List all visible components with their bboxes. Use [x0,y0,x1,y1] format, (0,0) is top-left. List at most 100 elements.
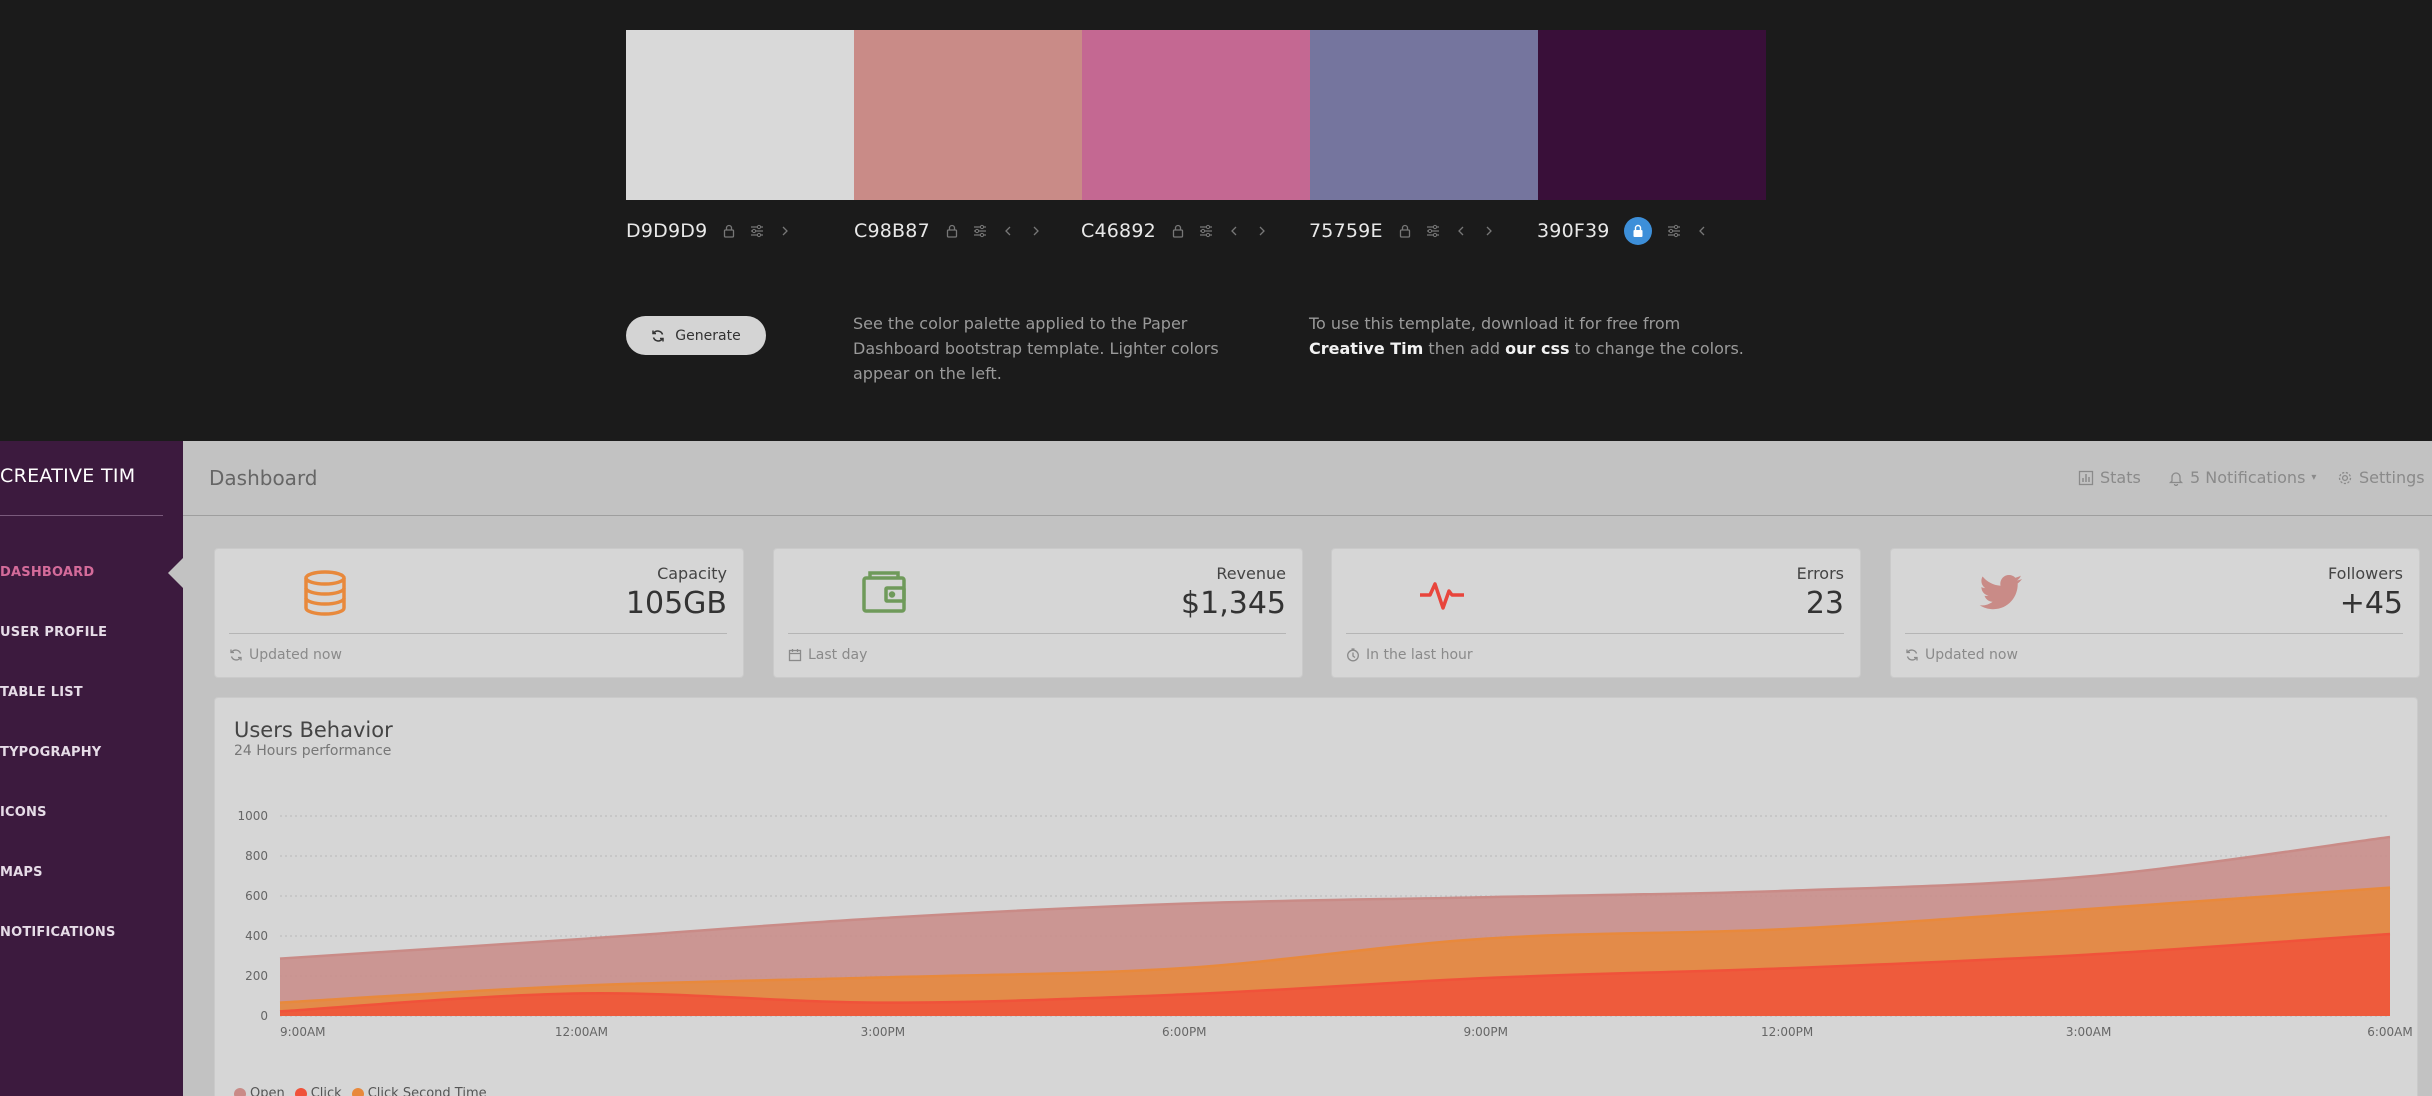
swatch-label-3: C46892 [1081,216,1282,246]
swatch-2[interactable] [854,30,1082,200]
info-right-post: to change the colors. [1569,339,1744,358]
lock-icon[interactable] [1170,223,1186,239]
x-tick-label: 6:00PM [1162,1025,1207,1039]
lock-active-icon[interactable] [1623,217,1652,245]
database-icon [304,570,346,616]
swatch-label-5: 390F39 [1537,216,1722,246]
our-css-link[interactable]: our css [1505,339,1569,358]
card-footer: Updated now [1905,647,2018,663]
legend-item: Open [234,1086,285,1096]
sidebar-item-icons[interactable]: ICONS [0,805,47,820]
topbar: Dashboard Stats 5 Notifications ▾ Settin… [183,441,2432,516]
swatch-1[interactable] [626,30,854,200]
swatch-hex: D9D9D9 [626,220,708,242]
y-tick-label: 200 [245,969,268,983]
sidebar-item-maps[interactable]: MAPS [0,865,43,880]
legend-dot [234,1087,246,1096]
lock-icon[interactable] [721,223,737,239]
active-nav-arrow [168,558,183,588]
card-footer: Last day [788,647,867,663]
sidebar: CREATIVE TIM DASHBOARD USER PROFILE TABL… [0,441,183,1096]
adjust-icon[interactable] [749,223,765,239]
card-divider [788,633,1286,634]
generate-label: Generate [675,327,741,344]
sidebar-item-table-list[interactable]: TABLE LIST [0,685,83,700]
adjust-icon[interactable] [972,223,988,239]
stats-link[interactable]: Stats [2078,468,2141,487]
settings-link[interactable]: Settings [2337,468,2425,487]
card-label: Followers [2328,564,2403,583]
swatch-label-1: D9D9D9 [626,216,805,246]
legend-item: Click [294,1086,342,1096]
pulse-icon [1420,582,1464,610]
x-tick-label: 3:00AM [2066,1025,2112,1039]
refresh-icon [1906,649,1918,661]
card-value: 105GB [625,586,727,621]
chevron-left-icon[interactable] [1226,223,1242,239]
bell-icon [2168,471,2184,486]
caret-down-icon: ▾ [2311,472,2317,483]
chevron-right-icon[interactable] [1254,223,1270,239]
creative-tim-link[interactable]: Creative Tim [1309,339,1423,358]
sidebar-item-typography[interactable]: TYPOGRAPHY [0,745,101,760]
card-footer-text: In the last hour [1366,647,1473,663]
page-title: Dashboard [209,466,318,490]
swatch-3[interactable] [1082,30,1310,200]
legend-label: Click Second Time [367,1086,487,1096]
chevron-left-icon[interactable] [1694,223,1710,239]
brand-divider [0,515,163,516]
chevron-left-icon[interactable] [1000,223,1016,239]
x-tick-label: 9:00PM [1463,1025,1508,1039]
adjust-icon[interactable] [1198,223,1214,239]
x-tick-label: 6:00AM [2367,1025,2413,1039]
chevron-right-icon[interactable] [1481,223,1497,239]
clock-icon [1347,648,1359,662]
card-value: 23 [1805,586,1844,621]
card-label: Capacity [657,564,727,583]
info-right-mid: then add [1423,339,1506,358]
card-footer-text: Updated now [1925,647,2018,663]
dashboard-preview: CREATIVE TIM DASHBOARD USER PROFILE TABL… [0,441,2432,1096]
chevron-right-icon[interactable] [1028,223,1044,239]
refresh-icon [652,329,665,342]
swatch-label-4: 75759E [1309,216,1509,246]
calendar-icon [788,649,802,662]
info-right-pre: To use this template, download it for fr… [1309,314,1681,333]
adjust-icon[interactable] [1425,223,1441,239]
x-tick-label: 3:00PM [861,1025,906,1039]
y-tick-label: 400 [245,929,268,943]
sidebar-item-dashboard[interactable]: DASHBOARD [0,565,94,580]
x-tick-label: 12:00PM [1761,1025,1813,1039]
gear-icon [2338,471,2352,484]
generate-button[interactable]: Generate [626,316,766,355]
card-value: +45 [2339,586,2403,621]
info-right-text: To use this template, download it for fr… [1309,311,1749,361]
y-tick-label: 600 [245,889,268,903]
card-divider [229,633,727,634]
adjust-icon[interactable] [1666,223,1682,239]
swatch-4[interactable] [1310,30,1538,200]
lock-icon[interactable] [944,223,960,239]
swatch-hex: 75759E [1309,220,1383,242]
x-tick-label: 12:00AM [555,1025,608,1039]
legend-label: Click [310,1086,342,1096]
sidebar-item-user-profile[interactable]: USER PROFILE [0,625,107,640]
swatch-5[interactable] [1538,30,1766,200]
chevron-left-icon[interactable] [1453,223,1469,239]
y-tick-label: 0 [260,1009,268,1023]
swatch-hex: C98B87 [854,220,930,242]
card-footer-text: Last day [808,647,868,663]
info-left-text: See the color palette applied to the Pap… [853,314,1219,383]
chevron-right-icon[interactable] [777,223,793,239]
swatch-labels: D9D9D9 C98B87 C46892 75759E 390F39 [626,216,1766,246]
swatch-hex: 390F39 [1537,220,1610,242]
sidebar-item-notifications[interactable]: NOTIFICATIONS [0,925,116,940]
palette-swatches [626,30,1766,200]
notifications-link[interactable]: 5 Notifications ▾ [2168,468,2316,487]
brand-logo[interactable]: CREATIVE TIM [0,465,135,487]
lock-icon[interactable] [1397,223,1413,239]
stat-card-revenue: Revenue $1,345 Last day [773,548,1303,678]
twitter-icon [1979,575,2022,610]
stats-label: Stats [2100,468,2141,487]
swatch-label-2: C98B87 [854,216,1056,246]
